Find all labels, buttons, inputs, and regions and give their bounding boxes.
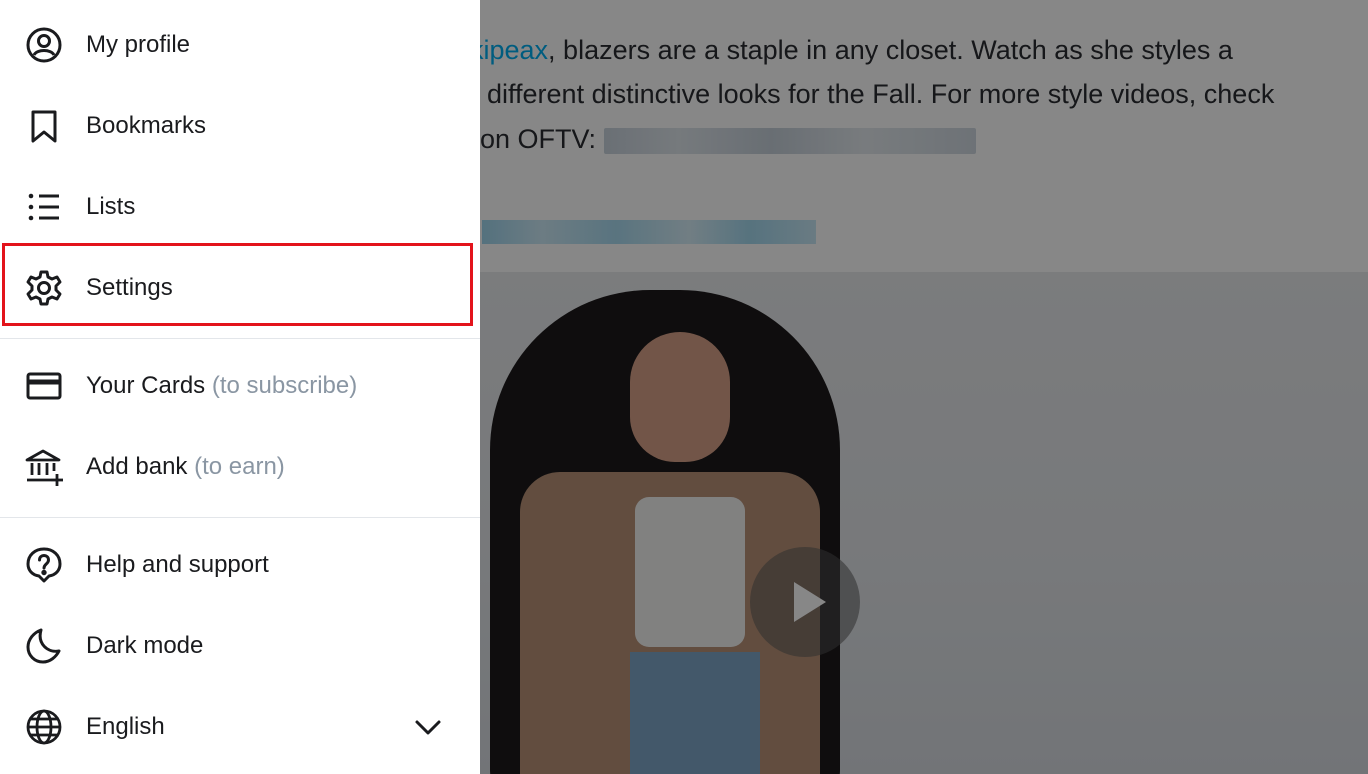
bank-icon bbox=[24, 447, 64, 487]
bookmark-icon bbox=[24, 106, 64, 146]
menu-item-my-profile[interactable]: My profile bbox=[0, 4, 480, 85]
menu-item-dark-mode[interactable]: Dark mode bbox=[0, 605, 480, 686]
chevron-down-icon[interactable] bbox=[410, 709, 446, 745]
menu-item-language[interactable]: English bbox=[0, 686, 480, 767]
menu-divider bbox=[0, 338, 480, 339]
moon-icon bbox=[24, 626, 64, 666]
menu-item-label: Help and support bbox=[86, 550, 269, 578]
settings-highlight-box bbox=[2, 243, 473, 326]
profile-icon bbox=[24, 25, 64, 65]
help-icon bbox=[24, 545, 64, 585]
menu-item-label: English bbox=[86, 712, 165, 740]
menu-item-your-cards[interactable]: Your Cards (to subscribe) bbox=[0, 345, 480, 426]
menu-item-label-group: Your Cards (to subscribe) bbox=[86, 372, 357, 400]
menu-divider bbox=[0, 517, 480, 518]
menu-item-add-bank[interactable]: Add bank (to earn) bbox=[0, 426, 480, 507]
menu-item-label: Your Cards bbox=[86, 371, 206, 399]
menu-item-lists[interactable]: Lists bbox=[0, 166, 480, 247]
menu-item-note: (to earn) bbox=[194, 452, 285, 480]
menu-item-label: Add bank bbox=[86, 452, 188, 480]
menu-item-label: Bookmarks bbox=[86, 111, 207, 139]
menu-item-label: My profile bbox=[86, 30, 191, 58]
menu-item-label-group: Add bank (to earn) bbox=[86, 453, 285, 481]
menu-item-bookmarks[interactable]: Bookmarks bbox=[0, 85, 480, 166]
side-menu: My profile Bookmarks Lists Settings Your… bbox=[0, 0, 480, 774]
menu-item-note: (to subscribe) bbox=[211, 371, 358, 399]
lists-icon bbox=[24, 187, 64, 227]
card-icon bbox=[24, 366, 64, 406]
menu-item-label: Dark mode bbox=[86, 631, 204, 659]
menu-item-label: Lists bbox=[86, 192, 136, 220]
globe-icon bbox=[24, 707, 64, 747]
menu-item-help-and-support[interactable]: Help and support bbox=[0, 524, 480, 605]
